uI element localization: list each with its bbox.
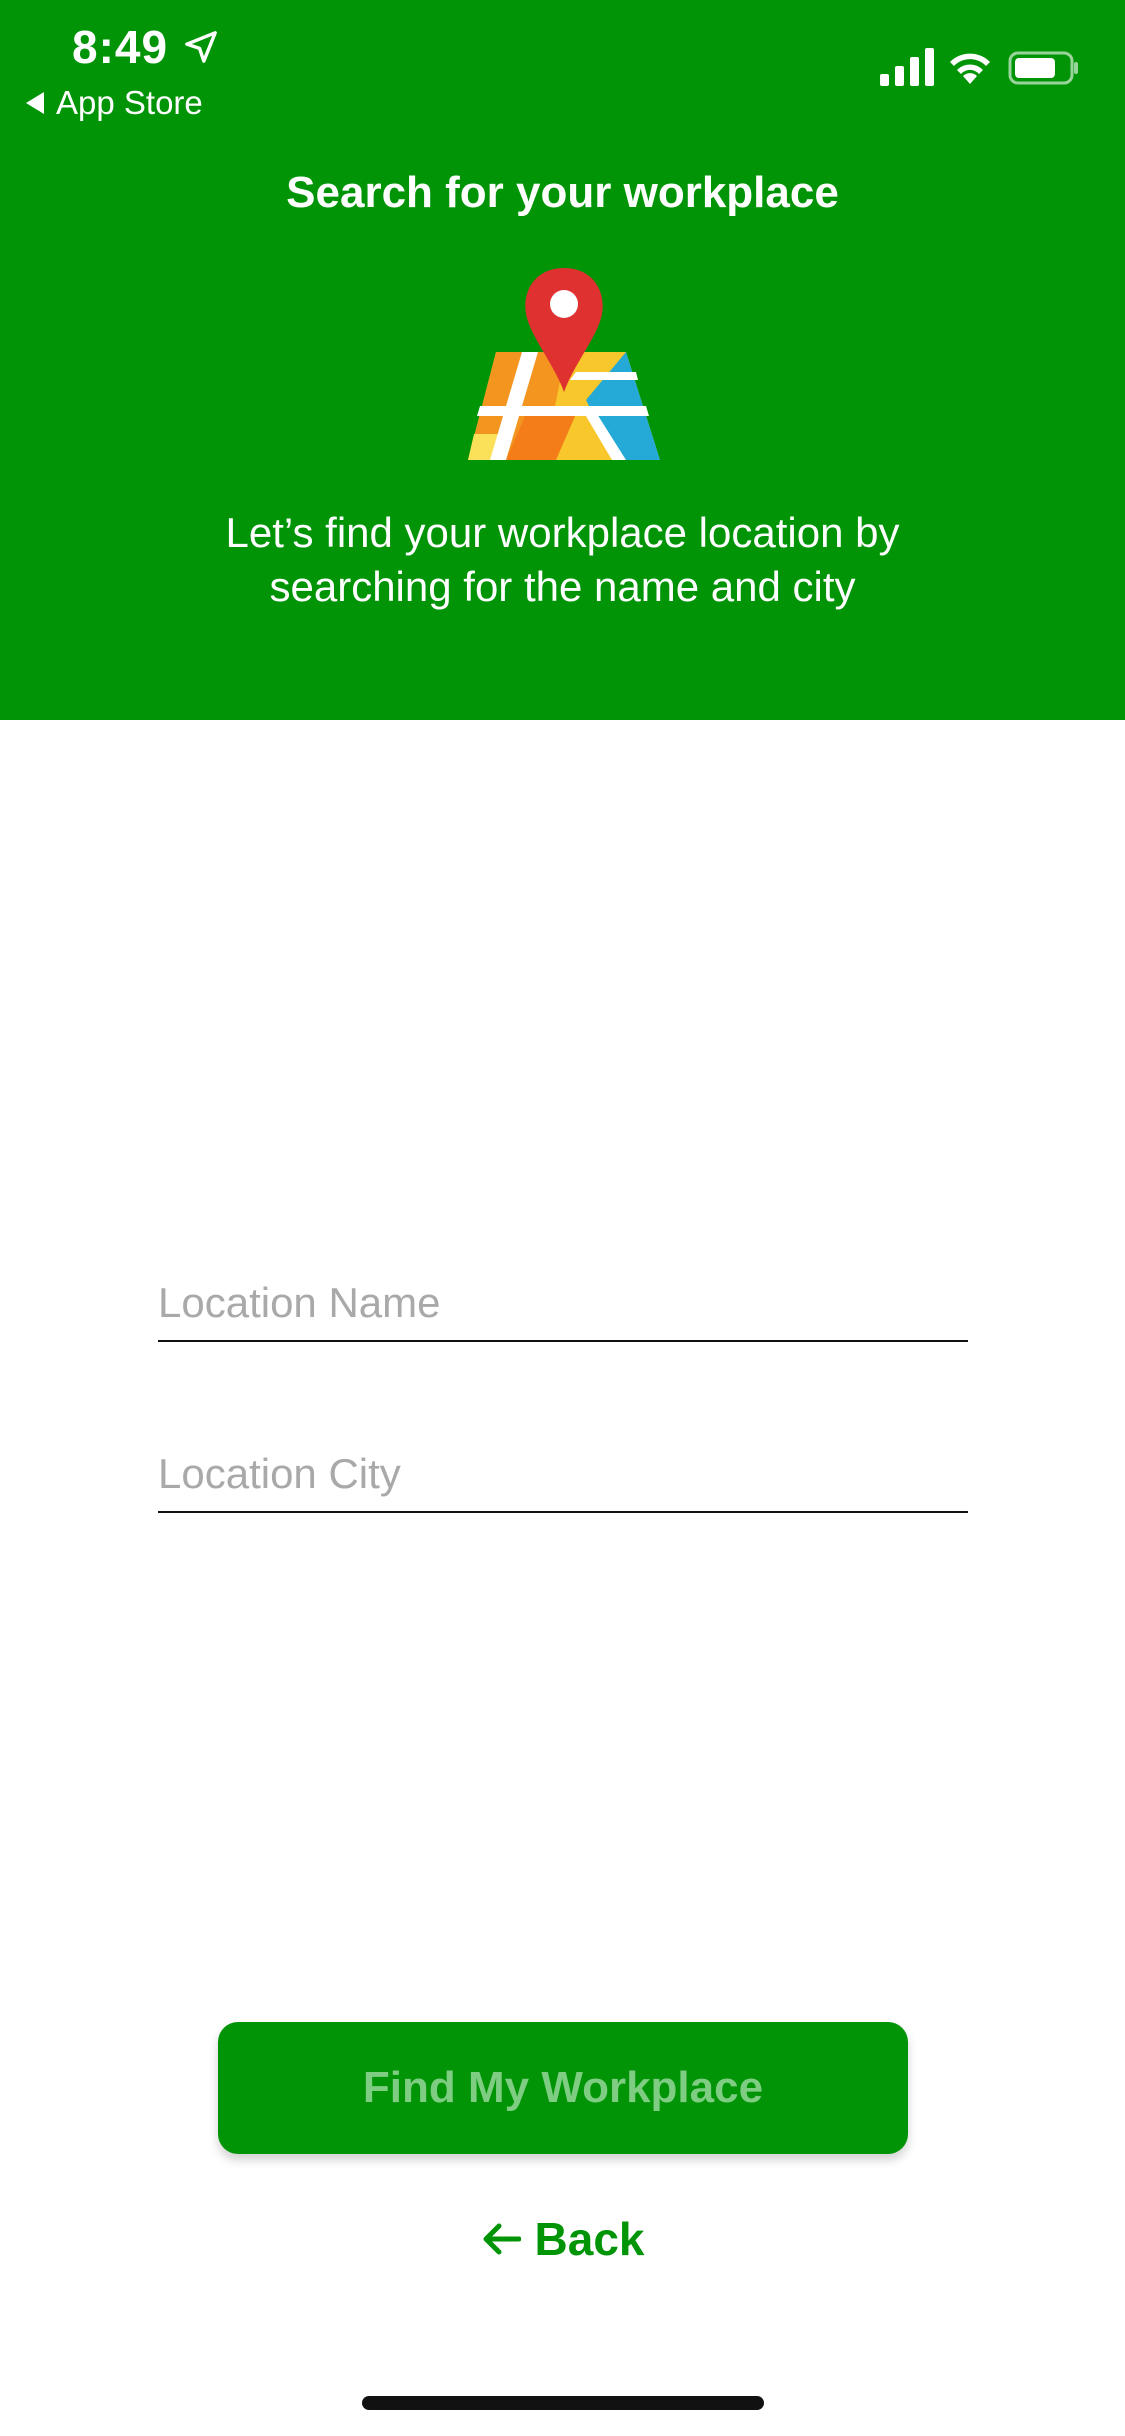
back-app-label: App Store (56, 84, 203, 121)
location-city-input[interactable] (158, 1441, 968, 1507)
workplace-search-screen: 8:49 App Store Search for your workplace… (0, 0, 1125, 2436)
back-button[interactable]: Back (0, 2212, 1125, 2266)
page-title: Search for your workplace (286, 168, 839, 217)
find-my-workplace-button[interactable]: Find My Workplace (218, 2022, 908, 2154)
status-time: 8:49 (72, 21, 169, 73)
back-to-app-store[interactable]: App Store (26, 84, 203, 122)
location-city-field[interactable] (158, 1441, 968, 1513)
find-button-label: Find My Workplace (362, 2063, 764, 2112)
location-name-input[interactable] (158, 1270, 968, 1336)
home-indicator[interactable] (362, 2396, 764, 2410)
page-subtitle: Let’s find your workplace location by se… (225, 509, 900, 610)
battery-icon (1008, 51, 1078, 85)
header: 8:49 App Store Search for your workplace… (0, 0, 1125, 720)
back-triangle-icon (26, 92, 44, 114)
status-bar: 8:49 App Store (0, 0, 1125, 130)
map-pin-icon (468, 268, 660, 460)
location-arrow-icon (185, 31, 217, 63)
wifi-icon (950, 53, 990, 84)
arrow-left-icon (483, 2223, 521, 2255)
back-button-label: Back (534, 2213, 645, 2265)
signal-icon (880, 48, 934, 86)
location-name-field[interactable] (158, 1270, 968, 1342)
